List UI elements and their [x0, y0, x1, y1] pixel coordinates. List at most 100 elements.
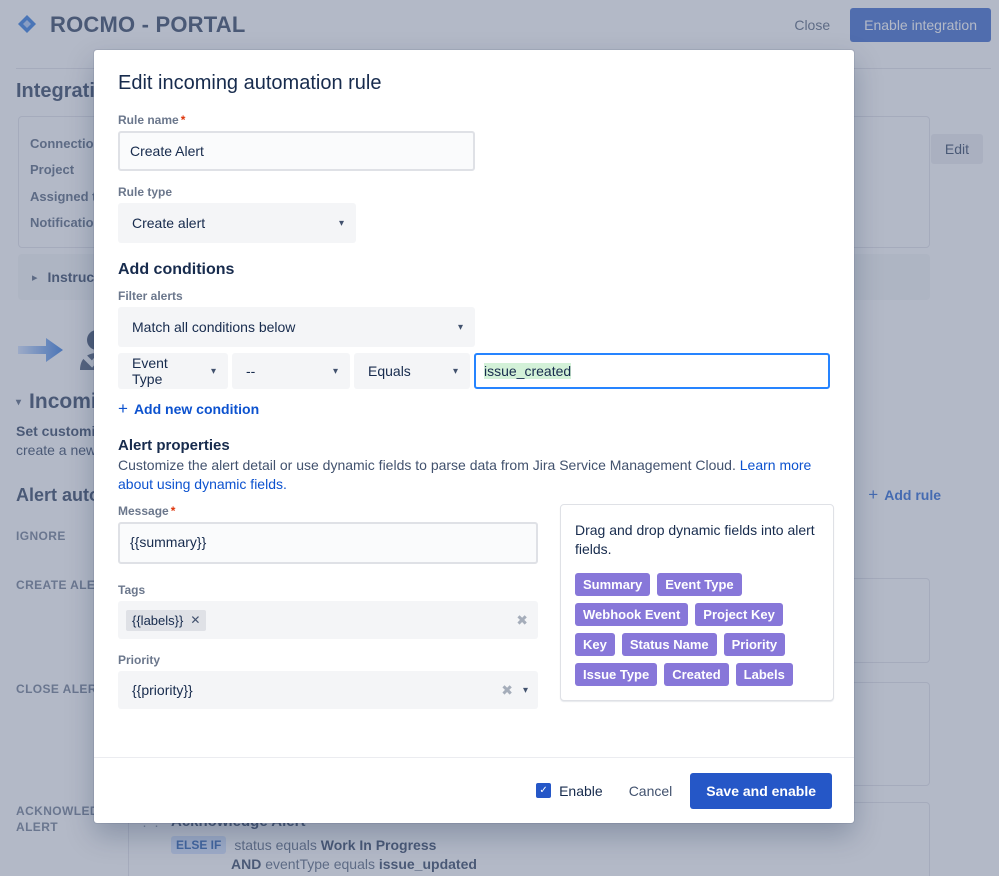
chevron-down-icon: ▾: [210, 365, 216, 377]
filter-alerts-value: Match all conditions below: [132, 319, 296, 335]
close-icon[interactable]: ✕: [190, 613, 200, 627]
rule-condition-line-1: ELSE IF status equals Work In Progress: [171, 836, 915, 855]
edit-button[interactable]: Edit: [930, 134, 983, 164]
incoming-description-rest: create a new: [16, 442, 97, 458]
filter-alerts-label: Filter alerts: [118, 289, 183, 303]
plus-icon: +: [868, 485, 879, 504]
properties-columns: Message * {{summary}} Tags {{labels}} ✕ ✖: [118, 504, 834, 709]
tags-group: Tags {{labels}} ✕ ✖: [118, 583, 538, 639]
chevron-down-icon[interactable]: ▾: [523, 685, 528, 696]
message-group: Message * {{summary}}: [118, 504, 538, 569]
rule-name-label: Rule name *: [118, 113, 186, 127]
condition-value-text: issue_created: [484, 363, 572, 379]
enable-checkbox[interactable]: ✓ Enable: [536, 783, 603, 799]
tag-chip[interactable]: {{labels}} ✕: [126, 609, 207, 631]
required-marker: *: [170, 504, 176, 518]
rule-type-group: Rule type Create alert ▾: [118, 185, 830, 243]
condition-operator-value: Equals: [368, 363, 411, 379]
priority-group: Priority {{priority}} ✖ ▾: [118, 653, 538, 709]
arrow-right-icon: [16, 335, 66, 365]
priority-controls: ✖ ▾: [501, 682, 528, 699]
dynamic-field-chip-labels[interactable]: Labels: [735, 663, 793, 686]
condition-field-value: Event Type: [132, 355, 168, 387]
condition-row: Event Type ▾ -- ▾ Equals ▾ issue_created: [118, 353, 830, 389]
add-conditions-heading: Add conditions: [118, 261, 235, 278]
clear-circle-icon[interactable]: ✖: [516, 612, 528, 629]
tags-field[interactable]: {{labels}} ✕ ✖: [118, 601, 538, 639]
close-button[interactable]: Close: [782, 9, 842, 41]
dynamic-field-chip-priority[interactable]: Priority: [723, 633, 786, 656]
label-connection: Connection: [30, 136, 102, 151]
brand: ROCMO - PORTAL: [14, 12, 245, 38]
rule-type-select[interactable]: Create alert ▾: [118, 203, 356, 243]
page-title: ROCMO - PORTAL: [50, 12, 246, 37]
modal-footer: ✓ Enable Cancel Save and enable: [94, 757, 854, 823]
add-new-condition-button[interactable]: + Add new condition: [118, 399, 260, 418]
dynamic-field-chip-issue-type[interactable]: Issue Type: [575, 663, 658, 686]
chevron-down-icon: ▾: [338, 217, 344, 229]
dynamic-field-chip-status-name[interactable]: Status Name: [621, 633, 717, 656]
add-new-condition-label: Add new condition: [133, 401, 260, 417]
message-label: Message *: [118, 504, 176, 518]
properties-right-column: Drag and drop dynamic fields into alert …: [560, 504, 834, 709]
tags-label: Tags: [118, 583, 146, 597]
dynamic-field-chip-event-type[interactable]: Event Type: [657, 573, 742, 596]
condition-field-select[interactable]: Event Type ▾: [118, 353, 228, 389]
alert-properties-desc-text: Customize the alert detail or use dynami…: [118, 457, 736, 473]
plus-icon: +: [118, 399, 128, 418]
checkmark-icon: ✓: [536, 783, 552, 798]
dynamic-fields-panel: Drag and drop dynamic fields into alert …: [560, 504, 834, 701]
condition-text-2: AND eventType equals issue_updated: [231, 856, 477, 872]
required-marker: *: [180, 113, 186, 127]
chevron-right-icon: ▸: [32, 271, 38, 284]
filter-alerts-select[interactable]: Match all conditions below ▾: [118, 307, 475, 347]
priority-select[interactable]: {{priority}} ✖ ▾: [118, 671, 538, 709]
filter-alerts-group: Filter alerts Match all conditions below…: [118, 289, 830, 347]
alert-properties-heading: Alert properties: [118, 437, 230, 454]
label-notification: Notification: [30, 215, 102, 230]
chevron-down-icon: ▾: [457, 321, 463, 333]
dynamic-field-chip-project-key[interactable]: Project Key: [695, 603, 783, 626]
enable-checkbox-label: Enable: [559, 782, 603, 799]
screen: ROCMO - PORTAL Close Enable integration …: [0, 0, 999, 876]
topbar-actions: Close Enable integration: [782, 0, 991, 50]
priority-value: {{priority}}: [132, 682, 193, 698]
cancel-button[interactable]: Cancel: [619, 775, 683, 807]
dynamic-field-chip-key[interactable]: Key: [575, 633, 615, 656]
jira-diamond-icon: [14, 12, 40, 38]
rule-type-label: Rule type: [118, 185, 173, 199]
dynamic-field-chip-webhook-event[interactable]: Webhook Event: [575, 603, 689, 626]
dynamic-field-chip-created[interactable]: Created: [664, 663, 729, 686]
dynamic-fields-help: Drag and drop dynamic fields into alert …: [575, 522, 815, 557]
dynamic-field-chip-summary[interactable]: Summary: [575, 573, 651, 596]
enable-integration-button[interactable]: Enable integration: [850, 8, 991, 42]
condition-operator-select[interactable]: Equals ▾: [354, 353, 470, 389]
tag-chip-label: {{labels}}: [132, 612, 184, 628]
label-project: Project: [30, 162, 75, 177]
modal-header: Edit incoming automation rule: [94, 50, 854, 103]
status-badge: ELSE IF: [171, 836, 227, 854]
add-rule-button[interactable]: + Add rule: [868, 485, 941, 504]
alert-properties-description: Customize the alert detail or use dynami…: [118, 456, 844, 494]
message-textarea[interactable]: {{summary}}: [118, 522, 538, 564]
condition-value-input[interactable]: issue_created: [474, 353, 830, 389]
chevron-down-icon: ▾: [332, 365, 338, 377]
condition-subfield-select[interactable]: -- ▾: [232, 353, 350, 389]
modal-title: Edit incoming automation rule: [118, 72, 382, 94]
chevron-down-icon: ▾: [452, 365, 458, 377]
rule-type-value: Create alert: [132, 215, 206, 231]
clear-circle-icon[interactable]: ✖: [501, 682, 513, 699]
priority-label: Priority: [118, 653, 161, 667]
modal-body: Rule name* Rule type Create alert ▾ Add …: [94, 103, 854, 757]
properties-left-column: Message * {{summary}} Tags {{labels}} ✕ ✖: [118, 504, 538, 709]
edit-rule-modal: Edit incoming automation rule Rule name *…: [94, 50, 854, 823]
add-rule-label: Add rule: [884, 487, 941, 503]
save-and-enable-button[interactable]: Save and enable: [690, 772, 832, 809]
rule-condition-line-2: AND eventType equals issue_updated: [171, 855, 915, 874]
rule-name-input[interactable]: [118, 131, 475, 171]
condition-text-1: status equals Work In Progress: [234, 837, 437, 853]
dynamic-fields-chip-list: Summary Event Type Webhook Event Project…: [575, 573, 819, 686]
chevron-down-icon: ▾: [16, 396, 22, 408]
rule-name-group: Rule name *: [118, 113, 830, 171]
app-topbar: ROCMO - PORTAL Close Enable integration: [0, 0, 999, 50]
